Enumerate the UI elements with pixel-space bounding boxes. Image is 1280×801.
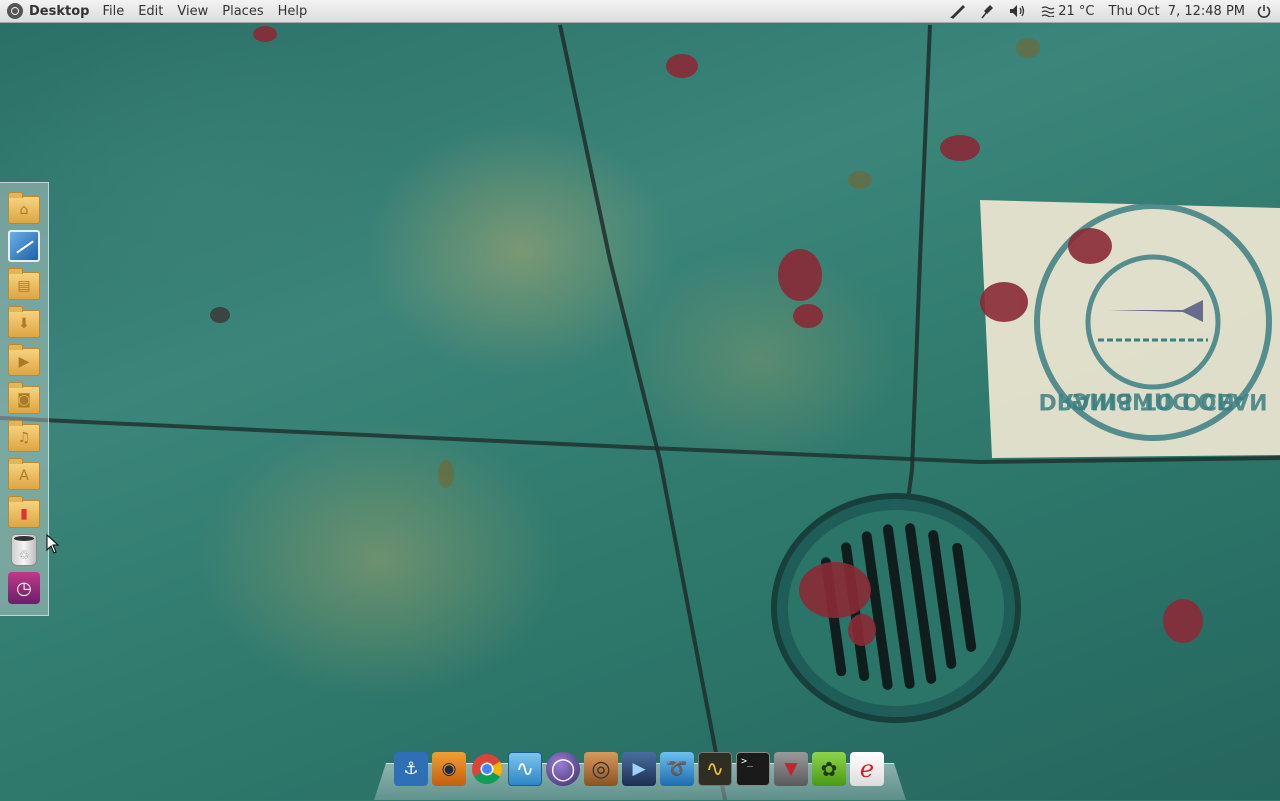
time-machine-icon: ◷ [8,572,40,604]
dock-terminal-app[interactable]: >_ [736,752,770,786]
dock-activity-monitor-app[interactable]: ∿ [508,752,542,786]
launcher-trash[interactable]: ♲ [7,533,41,567]
temperature-label: 21 °C [1058,3,1095,19]
orb-icon: ◯ [550,756,576,782]
bookmarks-folder-icon: ▮ [8,496,40,528]
menu-edit[interactable]: Edit [138,4,163,19]
bottom-dock: ⚓ ◉ ∿ ◯ ◎ ▶ ➰ ∿ >_ ▼ ✿ e [394,752,888,786]
dock-chrome-app[interactable] [470,752,504,786]
desktop-wallpaper: DRAINS TO OCEAN NO DUMPING [0,0,1280,800]
power-icon[interactable] [1257,4,1271,18]
launcher-pictures-folder[interactable]: ◙ [7,381,41,415]
launcher-time-machine[interactable]: ◷ [7,571,41,605]
speaker-icon: ◎ [591,756,611,782]
dock-orb-app[interactable]: ◯ [546,752,580,786]
system-monitor-icon: ∿ [705,756,725,782]
swirl-app-icon: ➰ [666,759,688,779]
menu-help[interactable]: Help [278,4,308,19]
dock-mail-app[interactable]: e [850,752,884,786]
app-name: Desktop [29,3,90,19]
launcher-documents-folder[interactable]: ▤ [7,267,41,301]
weather-icon [1041,6,1055,17]
dock-anchor-app[interactable]: ⚓ [394,752,428,786]
pictures-folder-icon: ◙ [8,382,40,414]
dock-speaker-app[interactable]: ◎ [584,752,618,786]
menu-places[interactable]: Places [222,4,263,19]
weather-indicator[interactable]: 21 °C [1041,3,1095,19]
music-folder-icon: ♫ [8,420,40,452]
blue-app-icon [8,230,40,262]
pen-icon[interactable] [949,3,967,19]
documents-folder-icon: ▤ [8,268,40,300]
menu-view[interactable]: View [177,4,208,19]
downloads-folder-icon: ⬇ [8,306,40,338]
top-panel: Desktop File Edit View Places Help 21 °C… [0,0,1280,23]
anchor-icon: ⚓ [403,759,419,779]
dock-system-monitor-app[interactable]: ∿ [698,752,732,786]
applications-folder-icon: A [8,458,40,490]
settings-tie-icon: ▼ [784,759,798,779]
videos-folder-icon: ▶ [8,344,40,376]
ubuntu-logo-icon[interactable] [7,3,23,19]
movie-player-icon: ▶ [632,759,646,779]
chrome-icon [472,754,503,785]
pin-icon[interactable] [981,3,995,19]
clock-label[interactable]: Thu Oct 7, 12:48 PM [1109,4,1245,19]
dock-movie-player-app[interactable]: ▶ [622,752,656,786]
ubuntu-icon: ✿ [820,757,838,781]
launcher-bookmarks-folder[interactable]: ▮ [7,495,41,529]
wallpaper-art: DRAINS TO OCEAN NO DUMPING [0,24,1280,800]
crack-line [906,24,932,501]
launcher-applications-folder[interactable]: A [7,457,41,491]
dock-ubuntu-app[interactable]: ✿ [812,752,846,786]
eye-icon: ◉ [441,759,457,779]
menu-file[interactable]: File [102,4,124,19]
terminal-icon: >_ [741,756,754,767]
dock-eye-app[interactable]: ◉ [432,752,466,786]
mail-icon: e [859,755,875,783]
launcher-music-folder[interactable]: ♫ [7,419,41,453]
crack-line [558,24,727,800]
stencil-text-bottom: NO DUMPING [1071,391,1235,416]
launcher-blue-app[interactable] [7,229,41,263]
launcher-videos-folder[interactable]: ▶ [7,343,41,377]
dock-settings-app[interactable]: ▼ [774,752,808,786]
dock-swirl-app[interactable]: ➰ [660,752,694,786]
trash-icon: ♲ [11,534,37,566]
activity-monitor-icon: ∿ [515,756,535,782]
launcher-home-folder[interactable]: ⌂ [7,191,41,225]
launcher-downloads-folder[interactable]: ⬇ [7,305,41,339]
home-folder-icon: ⌂ [8,192,40,224]
mouse-cursor-icon [46,534,60,554]
volume-icon[interactable] [1009,4,1027,18]
left-launcher: ⌂ ▤ ⬇ ▶ ◙ ♫ A ▮ ♲ ◷ [0,182,49,616]
